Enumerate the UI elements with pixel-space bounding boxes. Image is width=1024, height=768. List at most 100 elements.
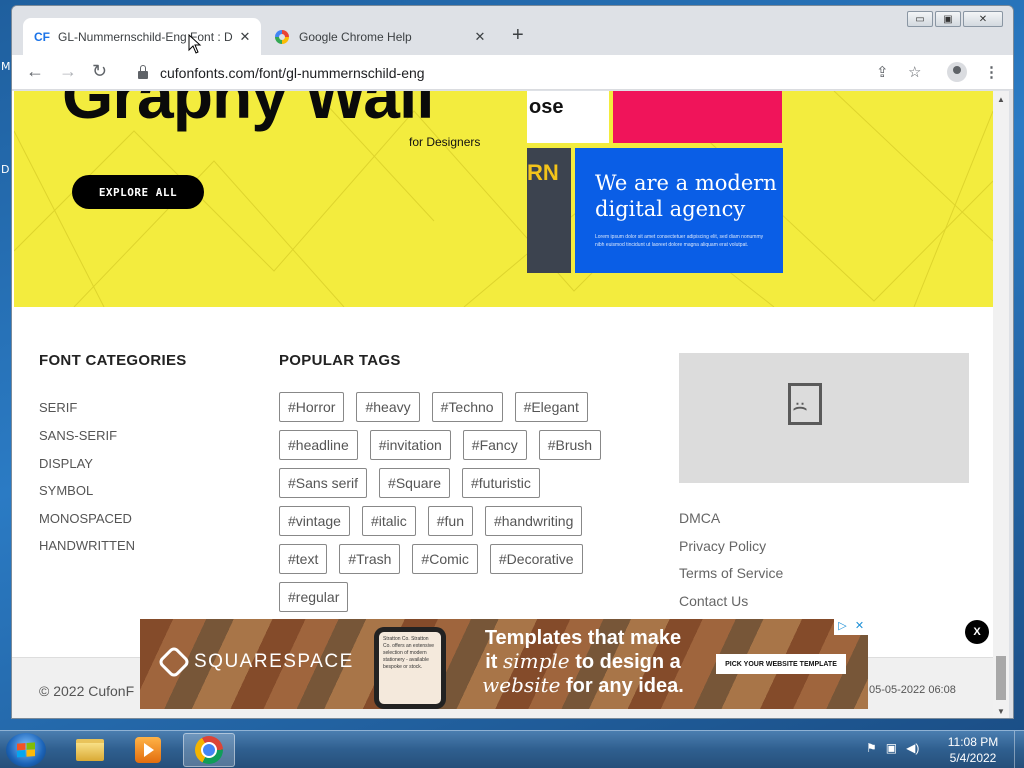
category-link-handwritten[interactable]: HANDWRITTEN	[39, 538, 135, 553]
show-desktop-button[interactable]	[1014, 731, 1024, 768]
google-g-icon	[275, 29, 289, 44]
hero-title: Graphy Wall	[62, 91, 435, 132]
start-button[interactable]	[6, 733, 46, 767]
tag-link[interactable]: #Elegant	[514, 392, 588, 422]
category-link-display[interactable]: DISPLAY	[39, 456, 93, 471]
tab-cufonfonts[interactable]: CF GL-Nummernschild-Eng Font : D ✕	[23, 18, 261, 55]
taskbar-media-player[interactable]	[122, 733, 174, 767]
ad-phone-mockup: Stratton Co. Stratton Co. offers an exte…	[374, 627, 446, 709]
tag-link[interactable]: #Fancy	[462, 430, 527, 460]
reload-icon[interactable]: ↻	[92, 61, 107, 82]
tag-link[interactable]: #Decorative	[489, 544, 583, 574]
action-center-flag-icon[interactable]: ⚑	[866, 741, 877, 755]
tag-link[interactable]: #Horror	[279, 392, 345, 422]
ad-phone-text: Stratton Co. Stratton Co. offers an exte…	[379, 632, 441, 704]
font-categories-heading: FONT CATEGORIES	[39, 352, 187, 369]
privacy-policy-link[interactable]: Privacy Policy	[679, 538, 766, 554]
scroll-up-arrow-icon[interactable]: ▲	[997, 95, 1005, 104]
tag-row: #vintage #italic #fun #handwriting	[279, 506, 659, 536]
tag-link[interactable]: #Square	[379, 468, 450, 498]
category-link-symbol[interactable]: SYMBOL	[39, 483, 93, 498]
forward-arrow-icon[interactable]: →	[59, 61, 77, 82]
taskbar-explorer[interactable]	[64, 733, 116, 767]
close-window-button[interactable]: ✕	[963, 11, 1003, 27]
ad-headline-word: website	[482, 673, 561, 697]
tag-link[interactable]: #vintage	[279, 506, 350, 536]
tag-link[interactable]: #heavy	[356, 392, 420, 422]
footer-date: 05-05-2022 06:08	[869, 684, 956, 696]
folder-icon	[76, 739, 104, 761]
tag-link[interactable]: #text	[279, 544, 328, 574]
tag-link[interactable]: #Comic	[412, 544, 478, 574]
tag-link[interactable]: #fun	[427, 506, 473, 536]
tag-link[interactable]: #invitation	[369, 430, 451, 460]
category-link-sans-serif[interactable]: SANS-SERIF	[39, 428, 117, 443]
squarespace-ad-banner[interactable]: SQUARESPACE Stratton Co. Stratton Co. of…	[140, 619, 868, 709]
tab-close-icon[interactable]: ✕	[235, 29, 255, 45]
system-tray: ⚑ ▣ ◀)	[866, 741, 919, 755]
tab-title: GL-Nummernschild-Eng Font : D	[58, 29, 233, 44]
tag-cloud: #Horror #heavy #Techno #Elegant #headlin…	[279, 392, 659, 620]
tag-link[interactable]: #headline	[279, 430, 358, 460]
tab-strip: CF GL-Nummernschild-Eng Font : D ✕ Googl…	[12, 6, 1013, 55]
scroll-down-arrow-icon[interactable]: ▼	[997, 707, 1005, 716]
network-icon[interactable]: ▣	[886, 741, 897, 755]
desktop-icon-label[interactable]: M	[1, 60, 11, 73]
contact-us-link[interactable]: Contact Us	[679, 593, 748, 609]
tag-link[interactable]: #Sans serif	[279, 468, 368, 498]
broken-image-icon	[788, 383, 822, 425]
maximize-button[interactable]: ▣	[935, 11, 961, 27]
media-player-icon	[135, 737, 161, 763]
ad-close-small-icon[interactable]: ✕	[851, 619, 868, 635]
address-bar[interactable]: cufonfonts.com/font/gl-nummernschild-eng	[122, 58, 905, 87]
category-link-serif[interactable]: SERIF	[39, 400, 77, 415]
minimize-button[interactable]: ▭	[907, 11, 933, 27]
showcase-tile: RN	[527, 148, 571, 273]
hero-subtitle: for Designers	[409, 135, 481, 149]
ad-close-button[interactable]: X	[965, 620, 989, 644]
back-arrow-icon[interactable]: ←	[26, 61, 44, 82]
popular-tags-heading: POPULAR TAGS	[279, 352, 401, 369]
clock-time: 11:08 PM	[947, 735, 999, 749]
menu-kebab-icon[interactable]: ⋮	[984, 63, 999, 81]
tag-row: #text #Trash #Comic #Decorative	[279, 544, 659, 574]
tile-heading: We are a modern digital agency	[595, 171, 777, 221]
tab-chrome-help[interactable]: Google Chrome Help ✕	[264, 18, 496, 55]
scrollbar-thumb[interactable]	[996, 656, 1006, 700]
tab-close-icon[interactable]: ✕	[470, 29, 490, 45]
vertical-scrollbar[interactable]: ▲ ▼	[993, 91, 1009, 718]
new-tab-button[interactable]: +	[512, 24, 524, 47]
category-link-monospaced[interactable]: MONOSPACED	[39, 511, 132, 526]
desktop-icon-label[interactable]: D	[1, 163, 9, 176]
tag-link[interactable]: #italic	[361, 506, 416, 536]
tag-link[interactable]: #Trash	[339, 544, 401, 574]
ad-headline-word: to design a	[575, 651, 681, 673]
adchoices-play-icon[interactable]: ▷	[834, 619, 851, 635]
ad-headline-word: it	[485, 651, 498, 673]
tag-link[interactable]: #regular	[279, 582, 349, 612]
mouse-cursor-icon	[188, 34, 202, 54]
url-text[interactable]: cufonfonts.com/font/gl-nummernschild-eng	[160, 65, 425, 81]
profile-avatar-icon[interactable]	[947, 62, 967, 82]
volume-icon[interactable]: ◀)	[906, 741, 919, 755]
tag-link[interactable]: #Techno	[431, 392, 503, 422]
share-icon[interactable]: ⇪	[876, 63, 889, 81]
explore-all-button[interactable]: EXPLORE ALL	[72, 175, 204, 209]
cufonfonts-favicon-icon: CF	[34, 29, 50, 44]
bookmark-star-icon[interactable]: ☆	[908, 63, 921, 81]
ad-headline-word: simple	[502, 649, 570, 673]
tile-text: ose	[529, 96, 564, 118]
lock-icon[interactable]	[138, 64, 148, 79]
tag-link[interactable]: #handwriting	[484, 506, 583, 536]
terms-of-service-link[interactable]: Terms of Service	[679, 565, 783, 581]
squarespace-logo-icon	[157, 645, 191, 679]
adchoices-icon[interactable]: ▷ ✕	[834, 619, 868, 635]
dmca-link[interactable]: DMCA	[679, 510, 720, 526]
tag-link[interactable]: #futuristic	[461, 468, 540, 498]
taskbar-chrome[interactable]	[183, 733, 235, 767]
tag-row: #Sans serif #Square #futuristic	[279, 468, 659, 498]
tag-link[interactable]: #Brush	[538, 430, 602, 460]
taskbar-clock[interactable]: 11:08 PM 5/4/2022	[940, 734, 1006, 766]
ad-cta-button[interactable]: PICK YOUR WEBSITE TEMPLATE	[716, 654, 846, 674]
ad-brand: SQUARESPACE	[157, 645, 354, 679]
